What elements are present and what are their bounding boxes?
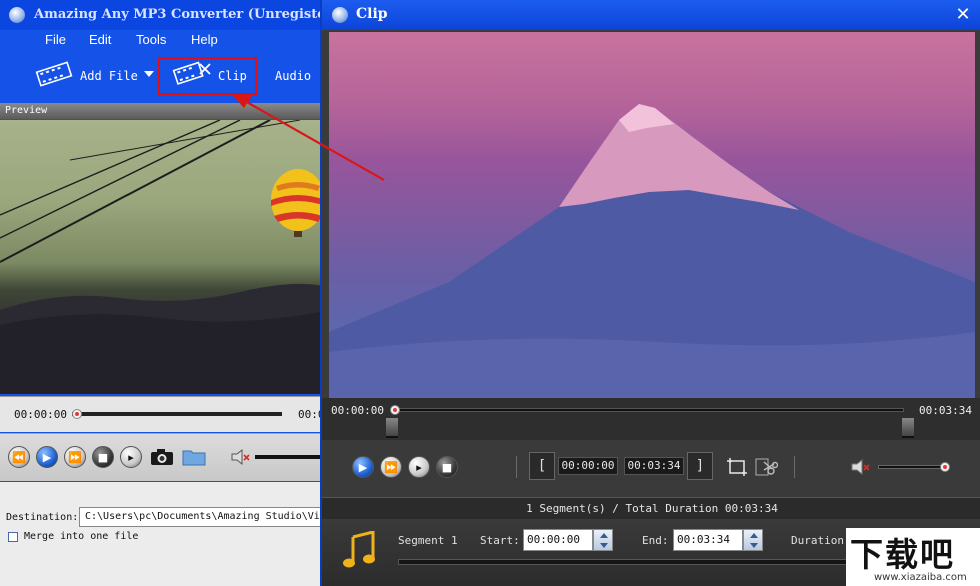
clip-next-frame-icon: ▸ <box>416 461 422 474</box>
clip-total-time: 00:03:34 <box>919 404 972 417</box>
main-window: Amazing Any MP3 Converter (Unregistered)… <box>0 0 330 586</box>
main-seek-row: 00:00:00 00:0 <box>0 396 330 432</box>
clip-fast-forward-icon: ⏩ <box>384 461 398 474</box>
clip-mute-volume-icon[interactable] <box>850 458 872 476</box>
set-start-button[interactable]: [ <box>529 452 555 480</box>
clip-current-time: 00:00:00 <box>331 404 384 417</box>
end-marker-handle[interactable] <box>902 418 914 438</box>
clip-dialog-title: Clip <box>356 6 388 22</box>
watermark-text: 下载吧 <box>850 535 955 574</box>
scissors-icon[interactable] <box>754 456 778 478</box>
clip-volume-slider[interactable] <box>878 465 948 469</box>
menu-tools[interactable]: Tools <box>136 32 166 47</box>
end-time-spinner[interactable] <box>743 529 763 551</box>
start-marker-handle[interactable] <box>386 418 398 438</box>
clip-play-icon: ▶ <box>358 461 368 474</box>
mountain-scene <box>329 104 975 398</box>
destination-panel: Destination: C:\Users\pc\Documents\Amazi… <box>0 482 330 586</box>
clip-stop-icon: ■ <box>441 461 453 474</box>
duration-label: Duration: <box>791 534 851 547</box>
film-add-icon <box>35 61 73 87</box>
clip-app-icon <box>332 7 348 23</box>
play-button[interactable]: ▶ <box>36 446 58 468</box>
segment-name: Segment 1 <box>398 534 458 547</box>
clip-seek-knob[interactable] <box>390 405 400 415</box>
menu-edit[interactable]: Edit <box>89 32 111 47</box>
main-volume-slider[interactable] <box>255 455 330 459</box>
end-time-display: 00:03:34 <box>624 457 684 475</box>
snapshot-camera-icon[interactable] <box>150 448 174 466</box>
play-icon: ▶ <box>42 451 52 464</box>
clip-video-preview <box>329 32 975 398</box>
stop-button[interactable]: ■ <box>92 446 114 468</box>
main-seek-bar[interactable] <box>72 412 282 416</box>
stop-icon: ■ <box>97 451 109 464</box>
watermark: 下载吧 www.xiazaiba.com <box>846 528 980 586</box>
destination-field[interactable]: C:\Users\pc\Documents\Amazing Studio\Vi <box>79 507 330 527</box>
main-window-title: Amazing Any MP3 Converter (Unregistered) <box>34 7 330 22</box>
preview-image <box>0 120 330 394</box>
close-button[interactable]: ✕ <box>952 5 974 25</box>
add-file-dropdown-icon[interactable] <box>144 71 154 77</box>
start-label: Start: <box>480 534 520 547</box>
next-frame-icon: ▸ <box>128 451 134 464</box>
segment-info-bar: 1 Segment(s) / Total Duration 00:03:34 <box>322 497 980 519</box>
clip-titlebar[interactable]: Clip ✕ <box>322 0 980 30</box>
rewind-icon: ⏪ <box>12 451 26 464</box>
end-time-field[interactable]: 00:03:34 <box>673 529 743 551</box>
clip-play-button[interactable]: ▶ <box>352 456 374 478</box>
clip-stop-button[interactable]: ■ <box>436 456 458 478</box>
menu-help[interactable]: Help <box>191 32 218 47</box>
main-titlebar[interactable]: Amazing Any MP3 Converter (Unregistered) <box>0 0 330 30</box>
main-playback-controls: ⏪ ▶ ⏩ ■ ▸ <box>0 433 330 481</box>
merge-checkbox[interactable] <box>8 532 18 542</box>
clip-fast-forward-button[interactable]: ⏩ <box>380 456 402 478</box>
fast-forward-icon: ⏩ <box>68 451 82 464</box>
main-current-time: 00:00:00 <box>14 408 67 421</box>
main-seek-knob[interactable] <box>72 409 82 419</box>
start-time-field[interactable]: 00:00:00 <box>523 529 593 551</box>
clip-seek-area: 00:00:00 00:03:34 <box>322 398 980 440</box>
destination-label: Destination: <box>6 512 79 523</box>
clip-seek-bar[interactable] <box>392 408 904 412</box>
merge-label: Merge into one file <box>24 531 139 542</box>
add-file-label: Add File <box>80 69 138 83</box>
clip-controls: ▶ ⏩ ▸ ■ [ 00:00:00 00:03:34 ] <box>322 440 980 494</box>
menu-bar: File Edit Tools Help <box>0 30 330 52</box>
clip-next-frame-button[interactable]: ▸ <box>408 456 430 478</box>
end-label: End: <box>642 534 669 547</box>
clip-highlight-box <box>158 57 257 95</box>
music-note-icon <box>343 531 375 568</box>
clip-volume-knob[interactable] <box>940 462 950 472</box>
watermark-url: www.xiazaiba.com <box>874 572 967 583</box>
audio-button[interactable]: Audio <box>275 69 311 83</box>
fast-forward-button[interactable]: ⏩ <box>64 446 86 468</box>
rewind-button[interactable]: ⏪ <box>8 446 30 468</box>
app-icon <box>9 7 25 23</box>
hot-air-balloon <box>271 169 325 237</box>
next-frame-button[interactable]: ▸ <box>120 446 142 468</box>
preview-header: Preview <box>0 103 330 119</box>
preview-scene <box>0 120 330 394</box>
clip-dialog: Clip ✕ 00:00:00 00:03:34 ▶ ⏩ ▸ ■ [ 00:00… <box>320 0 980 586</box>
start-time-spinner[interactable] <box>593 529 613 551</box>
crop-icon[interactable] <box>726 456 748 478</box>
menu-file[interactable]: File <box>45 32 66 47</box>
open-folder-icon[interactable] <box>182 448 206 466</box>
separator <box>794 456 795 478</box>
start-time-display: 00:00:00 <box>558 457 618 475</box>
set-end-button[interactable]: ] <box>687 452 713 480</box>
separator <box>516 456 517 478</box>
mute-volume-icon[interactable] <box>230 448 252 466</box>
